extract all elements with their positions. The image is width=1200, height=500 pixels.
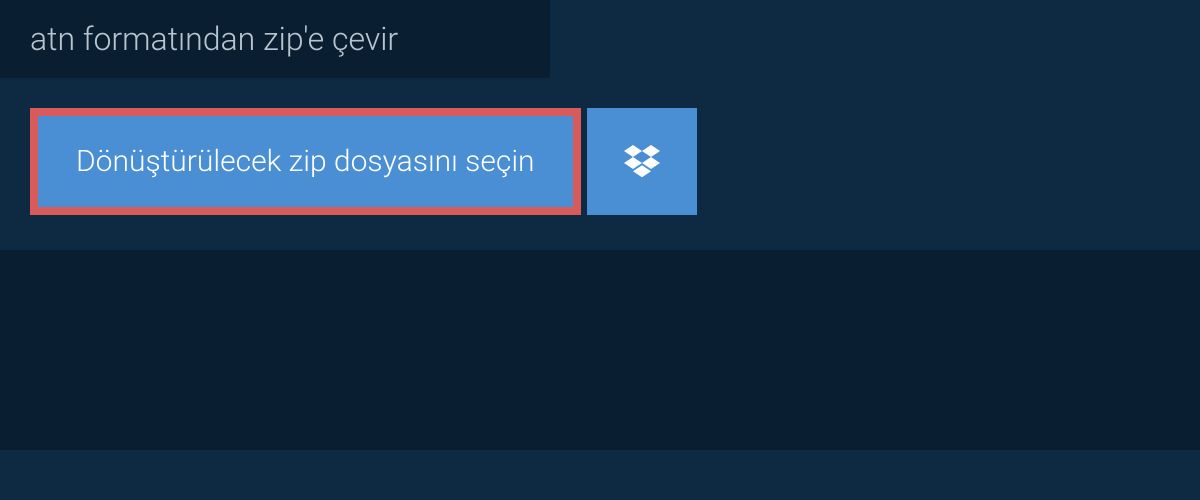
- dropbox-button[interactable]: [587, 108, 697, 215]
- page-title: atn formatından zip'e çevir: [30, 20, 520, 58]
- bottom-area: [0, 250, 1200, 450]
- header-bar: atn formatından zip'e çevir: [0, 0, 550, 78]
- dropbox-icon: [624, 142, 660, 182]
- upload-section: Dönüştürülecek zip dosyasını seçin: [30, 108, 1200, 215]
- select-file-button[interactable]: Dönüştürülecek zip dosyasını seçin: [30, 108, 581, 215]
- select-file-label: Dönüştürülecek zip dosyasını seçin: [76, 144, 535, 179]
